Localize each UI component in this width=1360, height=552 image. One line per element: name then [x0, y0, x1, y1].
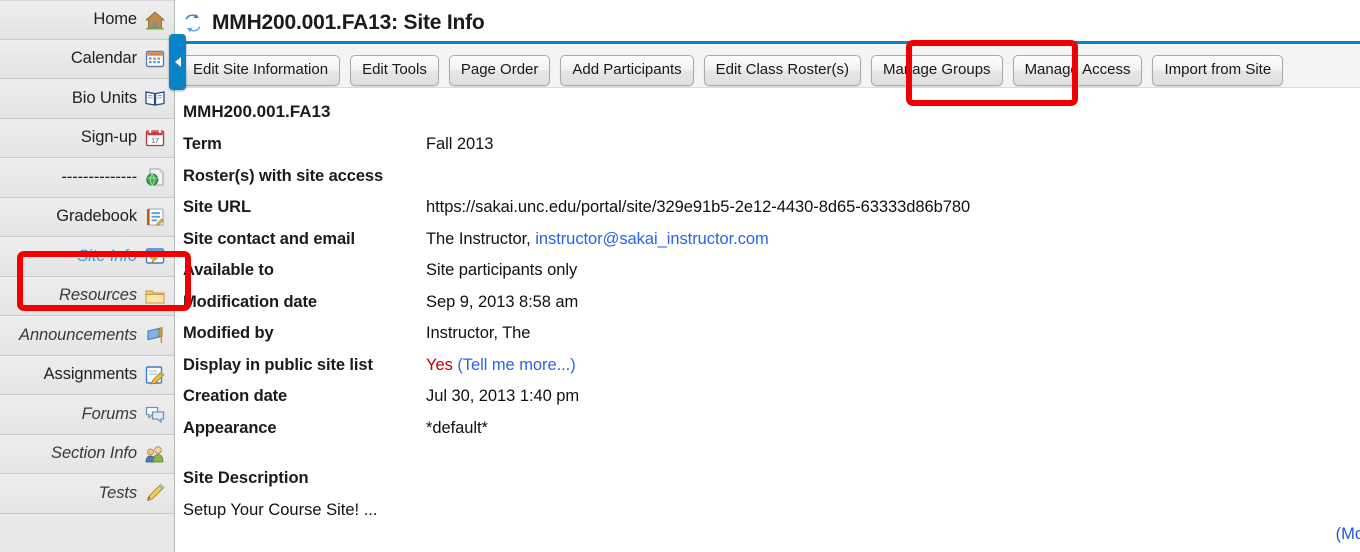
sidebar-item-label: Gradebook	[56, 207, 137, 226]
gradebook-icon	[147, 208, 164, 226]
contact-name: The Instructor,	[426, 229, 531, 248]
detail-list: Term Fall 2013 Roster(s) with site access S…	[183, 135, 1360, 450]
sidebar-item-label: Sign-up	[80, 128, 137, 147]
sync-icon	[185, 13, 201, 33]
sakai-site-info-page: Home Calendar Bio Units Sign-up 17 ----------…	[0, 0, 1360, 552]
sidebar-item-label: Assignments	[43, 365, 137, 384]
detail-label: Site contact and email	[183, 229, 356, 248]
detail-label: Creation date	[183, 387, 288, 405]
manage-access-button[interactable]: Manage Access	[1012, 54, 1143, 86]
detail-row: Site contact and email The Instructor, in…	[183, 230, 1360, 262]
sidebar-item-assignments[interactable]: Assignments	[0, 355, 174, 395]
sidebar-item-resources[interactable]: Resources	[0, 276, 174, 316]
assignment-pencil-icon	[145, 366, 165, 385]
contact-email-link[interactable]: instructor@sakai_instructor.com	[535, 230, 769, 248]
detail-value: Sep 9, 2013 8:58 am	[426, 292, 579, 311]
forums-bubble-icon	[145, 407, 165, 424]
svg-text:17: 17	[151, 138, 159, 145]
sidebar-item-calendar[interactable]: Calendar	[0, 39, 174, 79]
collapse-sidebar-handle[interactable]	[169, 34, 186, 90]
sidebar-item-bio-units[interactable]: Bio Units	[0, 79, 174, 119]
sidebar-item-label: Calendar	[70, 49, 137, 68]
sidebar-item-label: Section Info	[51, 444, 137, 463]
sidebar-item-label: Bio Units	[71, 88, 137, 107]
edit-tools-button[interactable]: Edit Tools	[350, 54, 439, 86]
detail-value: Site participants only	[426, 261, 578, 279]
detail-label: Site URL	[183, 198, 251, 216]
chevron-left-icon	[174, 57, 181, 67]
signup-calendar-icon: 17	[145, 129, 165, 146]
edit-site-information-button[interactable]: Edit Site Information	[181, 54, 341, 86]
pencil-icon	[146, 484, 165, 502]
page-title: MMH200.001.FA13: Site Info	[212, 11, 485, 34]
tell-me-more-link[interactable]: (Tell me more...)	[457, 356, 575, 374]
import-from-site-button[interactable]: Import from Site	[1152, 54, 1284, 86]
detail-row: Available to Site participants only	[183, 261, 1360, 293]
detail-label: Modification date	[183, 292, 317, 311]
add-participants-button[interactable]: Add Participants	[560, 54, 694, 86]
folder-icon	[145, 290, 165, 304]
main-content: MMH200.001.FA13: Site Info Edit Site Inf…	[175, 0, 1360, 552]
site-description-body: Setup Your Course Site! ...	[183, 501, 378, 519]
sidebar-item-label: --------------	[61, 167, 137, 186]
page-order-button[interactable]: Page Order	[448, 54, 551, 86]
sidebar-item-sign-up[interactable]: Sign-up 17	[0, 118, 174, 158]
sidebar-item-label: Home	[93, 10, 137, 29]
sidebar-item-gradebook[interactable]: Gradebook	[0, 197, 174, 237]
detail-row: Appearance *default*	[183, 419, 1360, 451]
detail-label: Term	[183, 135, 222, 153]
sidebar-item-label: Tests	[98, 483, 137, 502]
book-icon	[145, 91, 165, 107]
sidebar-item-label: Resources	[59, 286, 137, 305]
detail-label: Modified by	[183, 324, 274, 342]
site-details: MMH200.001.FA13 Term Fall 2013 Roster(s) w…	[175, 88, 1360, 520]
action-toolbar: Edit Site Information Edit Tools Page Orde…	[175, 44, 1360, 88]
sidebar-item-site-info[interactable]: Site Info	[0, 237, 174, 277]
more-link[interactable]: (Mo	[1336, 525, 1360, 544]
detail-value: Yes (Tell me more...)	[426, 356, 576, 375]
announcement-flag-icon	[147, 327, 163, 344]
edit-class-roster-s-button[interactable]: Edit Class Roster(s)	[703, 54, 861, 86]
calendar-icon	[145, 50, 165, 67]
detail-value: Jul 30, 2013 1:40 pm	[426, 387, 580, 405]
detail-value: The Instructor, instructor@sakai_instruc…	[426, 230, 769, 249]
detail-value: https://sakai.unc.edu/portal/site/329e91…	[426, 198, 971, 216]
home-icon	[144, 11, 166, 30]
section-info-people-icon	[145, 446, 164, 463]
detail-row: Term Fall 2013	[183, 135, 1360, 167]
detail-label: Available to	[183, 261, 274, 279]
detail-value: Instructor, The	[426, 324, 531, 342]
site-description-heading: Site Description	[183, 469, 309, 487]
detail-label: Appearance	[183, 418, 277, 437]
sidebar: Home Calendar Bio Units Sign-up 17 ----------…	[0, 0, 175, 552]
detail-row: Modified by Instructor, The	[183, 324, 1360, 356]
manage-groups-button[interactable]: Manage Groups	[870, 54, 1003, 86]
page-header: MMH200.001.FA13: Site Info	[175, 0, 1360, 34]
globe-page-icon	[146, 168, 164, 186]
detail-label: Display in public site list	[183, 355, 373, 374]
sidebar-item-section-info[interactable]: Section Info	[0, 434, 174, 474]
sidebar-item-announcements[interactable]: Announcements	[0, 316, 174, 356]
sidebar-item-label: Forums	[81, 404, 137, 423]
detail-row: Roster(s) with site access	[183, 167, 1360, 199]
site-code: MMH200.001.FA13	[183, 102, 331, 121]
detail-row: Display in public site list Yes (Tell me …	[183, 356, 1360, 388]
sidebar-item-forums[interactable]: Forums	[0, 395, 174, 435]
detail-label: Roster(s) with site access	[183, 166, 384, 185]
sidebar-item-home[interactable]: Home	[0, 0, 174, 40]
sidebar-item-label: Site Info	[77, 246, 137, 265]
detail-value: Fall 2013	[426, 135, 494, 153]
site-info-icon	[145, 248, 165, 264]
sidebar-item-[interactable]: --------------	[0, 158, 174, 198]
detail-row: Modification date Sep 9, 2013 8:58 am	[183, 293, 1360, 325]
detail-value: *default*	[426, 418, 488, 437]
public-site-value: Yes	[426, 355, 453, 374]
sidebar-item-tests[interactable]: Tests	[0, 474, 174, 514]
sidebar-item-label: Announcements	[19, 325, 137, 344]
detail-row: Site URL https://sakai.unc.edu/portal/sit…	[183, 198, 1360, 230]
detail-row: Creation date Jul 30, 2013 1:40 pm	[183, 387, 1360, 419]
